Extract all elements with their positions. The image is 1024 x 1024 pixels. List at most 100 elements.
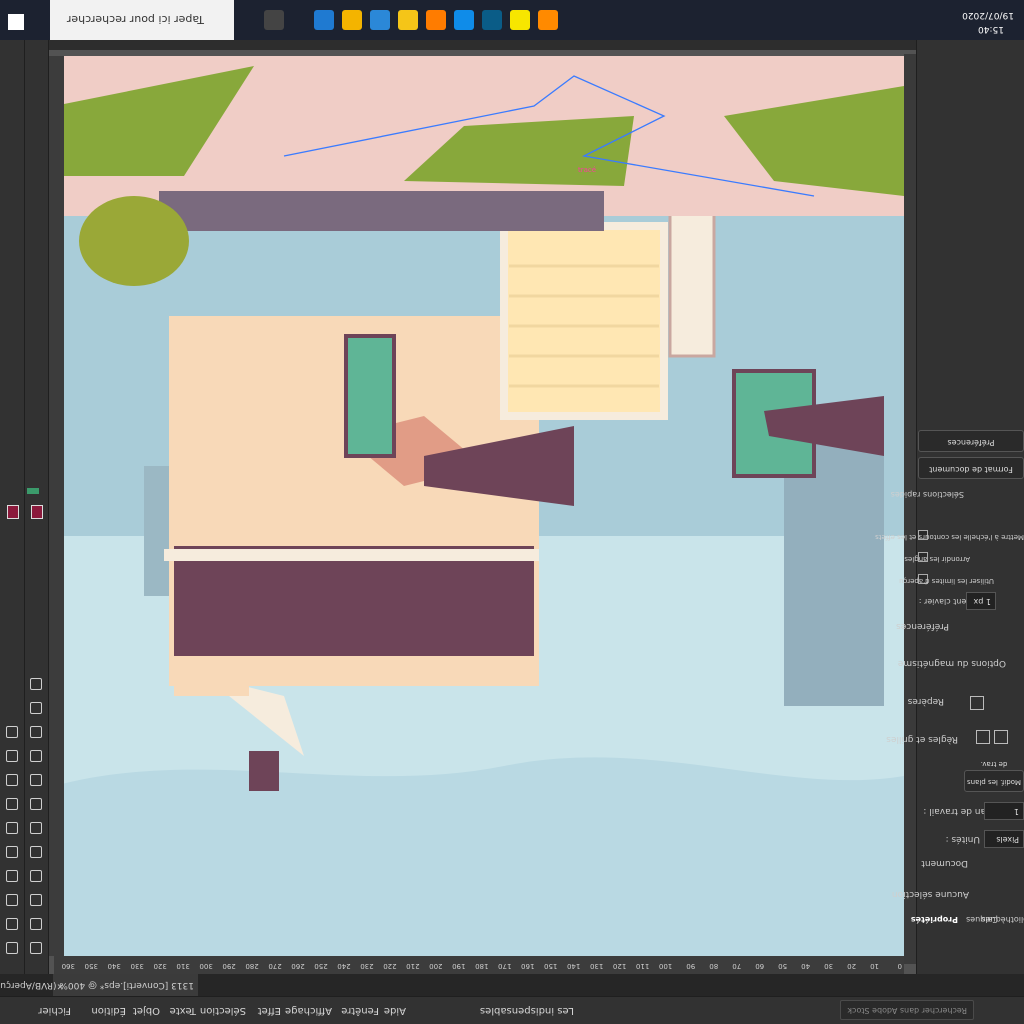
scale-corners-label: Arrondir les angles xyxy=(904,555,970,563)
shape-builder-tool-icon[interactable] xyxy=(6,774,18,786)
guides-label: Repères xyxy=(907,696,944,706)
vlc-icon[interactable] xyxy=(538,10,558,30)
ruler-tick-label: 260 xyxy=(291,962,305,970)
preferences-button[interactable]: Préférences xyxy=(918,430,1024,452)
menu-effect[interactable]: Effet xyxy=(258,1005,281,1016)
ruler-icon[interactable] xyxy=(976,730,990,744)
edge-icon[interactable] xyxy=(454,10,474,30)
clock-time: 15:40 xyxy=(978,24,1004,34)
task-view-icon[interactable] xyxy=(264,10,284,30)
stroke-color-swatch[interactable] xyxy=(27,488,39,494)
menu-help[interactable]: Aide xyxy=(384,1005,406,1016)
document-tab[interactable]: 1313 [Converti].eps* @ 400% (RVB/Aperçu … xyxy=(0,974,198,996)
ruler-tick-label: 320 xyxy=(153,962,167,970)
fill-swatch-2[interactable] xyxy=(7,505,19,519)
pencil-tool-icon[interactable] xyxy=(6,846,18,858)
artboard-select[interactable]: 1 xyxy=(984,802,1024,820)
artwork[interactable]: tracé xyxy=(54,56,904,956)
path-label: tracé xyxy=(578,166,596,174)
blend-tool-icon[interactable] xyxy=(6,726,18,738)
direct-selection-tool-icon[interactable] xyxy=(30,918,42,930)
windows-start-icon[interactable] xyxy=(8,14,24,30)
ruler-tick-label: 100 xyxy=(658,962,673,970)
scale-tool-icon[interactable] xyxy=(30,774,42,786)
edit-artboards-button[interactable]: Modif. les plans de trav. xyxy=(964,760,1024,792)
taskbar-search-placeholder: Taper ici pour rechercher xyxy=(66,13,204,26)
ruler-tick-label: 10 xyxy=(870,962,880,970)
type-tool-icon[interactable] xyxy=(30,870,42,882)
ruler-tick-label: 280 xyxy=(245,962,259,970)
snap-options-label: Options du magnétisme xyxy=(897,658,1006,668)
toolbar-secondary xyxy=(0,40,25,974)
vertical-scrollbar[interactable] xyxy=(904,54,916,964)
explorer-icon[interactable] xyxy=(398,10,418,30)
menu-bar: Fichier Édition Objet Texte Sélection Ef… xyxy=(0,996,1024,1024)
menu-edit[interactable]: Édition xyxy=(91,1005,126,1016)
keyboard-increment-input[interactable]: 1 px xyxy=(966,592,996,610)
close-tab-icon[interactable]: × xyxy=(56,981,64,991)
horizontal-ruler: 0 10 20 30 40 50 60 70 80 90 100 110 120 130 140 150 160… xyxy=(54,956,904,974)
menu-window[interactable]: Fenêtre xyxy=(341,1005,379,1016)
units-label: Unités : xyxy=(945,834,980,844)
ruler-tick-label: 360 xyxy=(61,962,75,970)
menu-text[interactable]: Texte xyxy=(170,1005,196,1016)
zoom-tool-icon[interactable] xyxy=(30,678,42,690)
menu-file[interactable]: Fichier xyxy=(38,1005,71,1016)
properties-panel: Propriétés Calques Bibliothèques Aucune … xyxy=(875,24,1024,974)
selection-tool-icon[interactable] xyxy=(30,942,42,954)
gradient-tool-icon[interactable] xyxy=(30,750,42,762)
ruler-tick-label: 210 xyxy=(406,962,420,970)
pen-tool-icon[interactable] xyxy=(30,894,42,906)
document-setup-button[interactable]: Format de document xyxy=(918,457,1024,479)
photoshop-icon[interactable] xyxy=(482,10,502,30)
chrome-icon[interactable] xyxy=(342,10,362,30)
tree xyxy=(79,196,189,286)
grid-icon[interactable] xyxy=(994,730,1008,744)
ruler-tick-label: 20 xyxy=(847,962,857,970)
units-select[interactable]: Pixels xyxy=(984,830,1024,848)
menu-object[interactable]: Objet xyxy=(133,1005,160,1016)
ruler-tick-label: 290 xyxy=(222,962,236,970)
ruler-tick-label: 40 xyxy=(801,962,811,970)
app-icon-1[interactable] xyxy=(314,10,334,30)
ruler-tick-label: 190 xyxy=(452,962,466,970)
scale-strokes-label: Mettre à l'échelle les contours et les e… xyxy=(875,533,1024,541)
artboard-tool-icon[interactable] xyxy=(6,942,18,954)
guides-icon[interactable] xyxy=(970,696,984,710)
ruler-tick-label: 170 xyxy=(498,962,512,970)
tab-properties[interactable]: Propriétés xyxy=(911,915,958,924)
menu-view[interactable]: Affichage xyxy=(285,1005,332,1016)
notes-icon[interactable] xyxy=(510,10,530,30)
warp-tool-icon[interactable] xyxy=(6,798,18,810)
wall-window xyxy=(344,334,396,458)
ruler-tick-label: 350 xyxy=(84,962,98,970)
illustrator-taskbar-icon[interactable] xyxy=(426,10,446,30)
taskbar-search[interactable]: Taper ici pour rechercher xyxy=(50,0,234,40)
lasso-tool-icon[interactable] xyxy=(6,918,18,930)
toolbar-primary xyxy=(24,40,49,974)
stock-search[interactable]: Rechercher dans Adobe Stock xyxy=(840,1000,974,1020)
rotate-tool-icon[interactable] xyxy=(30,798,42,810)
menu-select[interactable]: Sélection xyxy=(200,1005,246,1016)
brush-tool-icon[interactable] xyxy=(30,822,42,834)
ruler-tick-label: 180 xyxy=(475,962,489,970)
tab-libraries[interactable]: Bibliothèques xyxy=(982,915,1024,924)
ruler-tick-label: 160 xyxy=(521,962,535,970)
mesh-tool-icon[interactable] xyxy=(6,750,18,762)
gutter xyxy=(159,191,604,231)
hand-tool-icon[interactable] xyxy=(30,702,42,714)
curvature-tool-icon[interactable] xyxy=(6,894,18,906)
workspace-switcher[interactable]: Les indispensables xyxy=(480,1005,574,1016)
fill-color-swatch[interactable] xyxy=(31,505,43,519)
eyedropper-tool-icon[interactable] xyxy=(30,726,42,738)
ruler-tick-label: 150 xyxy=(544,962,558,970)
ruler-tick-label: 340 xyxy=(107,962,121,970)
no-selection-heading: Aucune sélection xyxy=(891,889,969,899)
rectangle-tool-icon[interactable] xyxy=(30,846,42,858)
plum-trim xyxy=(164,549,539,561)
ruler-tick-label: 130 xyxy=(589,962,604,970)
photos-icon[interactable] xyxy=(370,10,390,30)
ruler-tick-label: 90 xyxy=(686,962,696,970)
line-tool-icon[interactable] xyxy=(6,870,18,882)
eraser-tool-icon[interactable] xyxy=(6,822,18,834)
